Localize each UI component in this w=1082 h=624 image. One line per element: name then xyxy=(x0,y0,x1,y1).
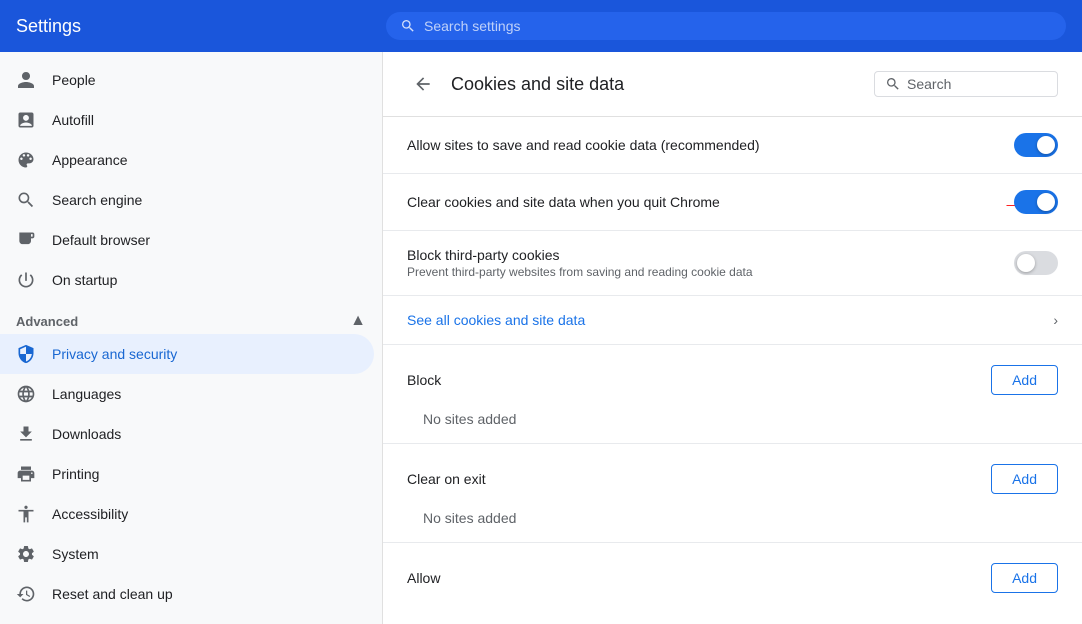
allow-section-label: Allow xyxy=(407,570,440,586)
block-third-party-row: Block third-party cookies Prevent third-… xyxy=(383,231,1082,296)
search-engine-icon xyxy=(16,190,36,210)
sidebar-label-autofill: Autofill xyxy=(52,112,94,128)
allow-add-button[interactable]: Add xyxy=(991,563,1058,593)
languages-icon xyxy=(16,384,36,404)
sidebar-label-downloads: Downloads xyxy=(52,426,121,442)
page-title: Cookies and site data xyxy=(451,74,862,95)
clear-exit-section-header: Clear on exit Add xyxy=(383,444,1082,502)
sidebar-label-reset: Reset and clean up xyxy=(52,586,173,602)
sidebar-label-printing: Printing xyxy=(52,466,99,482)
block-add-button[interactable]: Add xyxy=(991,365,1058,395)
back-button[interactable] xyxy=(407,68,439,100)
sidebar-label-system: System xyxy=(52,546,99,562)
printing-icon xyxy=(16,464,36,484)
block-third-party-label: Block third-party cookies Prevent third-… xyxy=(407,247,1014,279)
advanced-section-label: Advanced xyxy=(16,314,78,329)
sidebar-item-autofill[interactable]: Autofill xyxy=(0,100,374,140)
block-section-label: Block xyxy=(407,372,441,388)
sidebar-item-appearance[interactable]: Appearance xyxy=(0,140,374,180)
sidebar-item-system[interactable]: System xyxy=(0,534,374,574)
content-search-input[interactable] xyxy=(907,76,1047,92)
sidebar-item-languages[interactable]: Languages xyxy=(0,374,374,414)
sidebar-item-accessibility[interactable]: Accessibility xyxy=(0,494,374,534)
content-header: Cookies and site data xyxy=(383,52,1082,117)
layout: People Autofill Appearance Search engine xyxy=(0,52,1082,624)
shield-icon xyxy=(16,344,36,364)
clear-on-exit-slider xyxy=(1014,190,1058,214)
block-section-header: Block Add xyxy=(383,345,1082,403)
downloads-icon xyxy=(16,424,36,444)
sidebar-label-search-engine: Search engine xyxy=(52,192,142,208)
system-icon xyxy=(16,544,36,564)
sidebar-item-people[interactable]: People xyxy=(0,60,374,100)
sidebar-item-printing[interactable]: Printing xyxy=(0,454,374,494)
clear-exit-add-button[interactable]: Add xyxy=(991,464,1058,494)
sidebar-label-default-browser: Default browser xyxy=(52,232,150,248)
advanced-chevron-icon: ▲ xyxy=(350,312,366,330)
clear-exit-no-sites: No sites added xyxy=(383,502,1082,543)
block-third-party-toggle[interactable] xyxy=(1014,251,1058,275)
search-small-icon xyxy=(885,76,901,92)
block-no-sites: No sites added xyxy=(383,403,1082,444)
see-all-cookies-row[interactable]: See all cookies and site data › xyxy=(383,296,1082,345)
sidebar-item-downloads[interactable]: Downloads xyxy=(0,414,374,454)
appearance-icon xyxy=(16,150,36,170)
top-bar: Settings xyxy=(0,0,1082,52)
block-third-party-slider xyxy=(1014,251,1058,275)
sidebar-item-reset[interactable]: Reset and clean up xyxy=(0,574,374,614)
clear-on-exit-row: Clear cookies and site data when you qui… xyxy=(383,174,1082,231)
reset-icon xyxy=(16,584,36,604)
global-search-input[interactable] xyxy=(424,18,1052,34)
sidebar-item-search-engine[interactable]: Search engine xyxy=(0,180,374,220)
settings-content: Allow sites to save and read cookie data… xyxy=(383,117,1082,624)
see-all-cookies-label: See all cookies and site data xyxy=(407,312,585,328)
person-icon xyxy=(16,70,36,90)
sidebar-label-languages: Languages xyxy=(52,386,121,402)
search-icon xyxy=(400,18,416,34)
advanced-section-header[interactable]: Advanced ▲ xyxy=(0,300,382,334)
sidebar-label-accessibility: Accessibility xyxy=(52,506,128,522)
allow-cookies-row: Allow sites to save and read cookie data… xyxy=(383,117,1082,174)
sidebar-label-people: People xyxy=(52,72,96,88)
clear-on-exit-toggle[interactable] xyxy=(1014,190,1058,214)
clear-exit-section-label: Clear on exit xyxy=(407,471,486,487)
sidebar-item-default-browser[interactable]: Default browser xyxy=(0,220,374,260)
sidebar-label-on-startup: On startup xyxy=(52,272,117,288)
see-all-chevron-icon: › xyxy=(1053,312,1058,328)
global-search-bar[interactable] xyxy=(386,12,1066,40)
allow-cookies-label: Allow sites to save and read cookie data… xyxy=(407,137,1014,153)
sidebar-label-appearance: Appearance xyxy=(52,152,128,168)
sidebar: People Autofill Appearance Search engine xyxy=(0,52,383,624)
allow-cookies-slider xyxy=(1014,133,1058,157)
sidebar-item-on-startup[interactable]: On startup xyxy=(0,260,374,300)
on-startup-icon xyxy=(16,270,36,290)
app-title: Settings xyxy=(16,16,386,37)
allow-cookies-toggle[interactable] xyxy=(1014,133,1058,157)
clear-on-exit-label: Clear cookies and site data when you qui… xyxy=(407,194,1014,210)
allow-section-header: Allow Add xyxy=(383,543,1082,601)
accessibility-icon xyxy=(16,504,36,524)
sidebar-label-privacy: Privacy and security xyxy=(52,346,177,362)
default-browser-icon xyxy=(16,230,36,250)
content-search-bar[interactable] xyxy=(874,71,1058,97)
sidebar-item-privacy[interactable]: Privacy and security xyxy=(0,334,374,374)
main-content: Cookies and site data Allow sites to sav… xyxy=(383,52,1082,624)
autofill-icon xyxy=(16,110,36,130)
